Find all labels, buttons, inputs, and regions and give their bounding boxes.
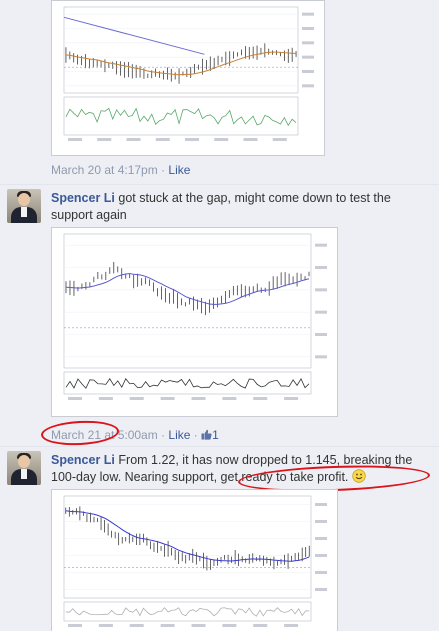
x-tick-label — [98, 397, 113, 400]
x-tick-label — [272, 138, 287, 141]
x-tick-label — [129, 624, 144, 627]
meta-separator: · — [161, 428, 166, 442]
y-tick-label — [315, 571, 327, 574]
comment-timestamp[interactable]: March 20 at 4:17pm — [51, 163, 158, 177]
y-tick-label — [315, 333, 327, 336]
y-tick-label — [315, 355, 327, 359]
comment-thread: March 20 at 4:17pm · Like Spencer Li got… — [0, 0, 439, 631]
y-tick-label — [315, 554, 327, 557]
stock-chart-image-2[interactable] — [51, 227, 338, 417]
avatar[interactable] — [7, 451, 41, 485]
y-tick-label — [315, 310, 327, 314]
x-tick-label — [214, 138, 229, 141]
price-panel — [63, 495, 312, 599]
x-tick-label — [160, 397, 175, 400]
x-tick-label — [126, 138, 141, 141]
comment-1: March 20 at 4:17pm · Like — [0, 0, 439, 184]
y-tick-label — [315, 266, 327, 269]
x-tick-label — [191, 624, 206, 627]
y-tick-label — [315, 243, 327, 247]
y-tick-label — [302, 84, 314, 88]
comment-3: Spencer Li From 1.22, it has now dropped… — [0, 447, 439, 631]
like-count[interactable]: 1 — [201, 428, 219, 442]
annotation-circle-timestamp — [40, 418, 120, 448]
x-tick-label — [98, 624, 113, 627]
y-tick-label — [315, 537, 327, 540]
stock-chart-image-3[interactable] — [51, 489, 338, 631]
x-tick-label — [222, 397, 237, 400]
price-panel — [63, 233, 312, 369]
y-tick-label — [315, 520, 327, 523]
y-tick-label — [302, 70, 314, 73]
y-tick-label — [302, 55, 314, 59]
x-tick-label — [243, 138, 258, 141]
x-tick-label — [284, 397, 299, 400]
x-tick-label — [222, 624, 237, 627]
x-tick-label — [185, 138, 199, 141]
x-tick-label — [253, 397, 268, 400]
y-tick-label — [302, 41, 314, 45]
like-count-value: 1 — [212, 428, 219, 442]
author-name[interactable]: Spencer Li — [51, 453, 115, 467]
y-tick-label — [302, 27, 314, 30]
price-panel — [63, 6, 299, 94]
stock-chart-image-1[interactable] — [51, 0, 325, 156]
like-link[interactable]: Like — [168, 163, 190, 177]
y-tick-label — [315, 503, 327, 506]
x-tick-label — [68, 624, 82, 627]
meta-separator: · — [193, 428, 198, 442]
y-tick-label — [302, 12, 314, 16]
stock-chart-1 — [63, 6, 314, 141]
y-tick-label — [315, 588, 327, 591]
stock-chart-2 — [63, 233, 327, 400]
x-tick-label — [253, 624, 268, 627]
author-name[interactable]: Spencer Li — [51, 191, 115, 205]
avatar[interactable] — [7, 189, 41, 223]
like-link[interactable]: Like — [168, 428, 190, 442]
comment-body: Spencer Li got stuck at the gap, might c… — [51, 190, 423, 224]
x-tick-label — [68, 138, 82, 141]
x-tick-label — [129, 397, 144, 400]
x-tick-label — [155, 138, 170, 141]
x-tick-label — [191, 397, 206, 400]
thumbs-up-icon — [201, 429, 212, 440]
stock-chart-3 — [63, 495, 327, 627]
x-tick-label — [97, 138, 112, 141]
y-tick-label — [315, 288, 327, 292]
comment-1-meta: March 20 at 4:17pm · Like — [51, 163, 190, 177]
comment-2: Spencer Li got stuck at the gap, might c… — [0, 185, 439, 448]
x-tick-label — [284, 624, 299, 627]
meta-separator: · — [161, 163, 166, 177]
x-tick-label — [160, 624, 175, 627]
x-tick-label — [68, 397, 82, 400]
